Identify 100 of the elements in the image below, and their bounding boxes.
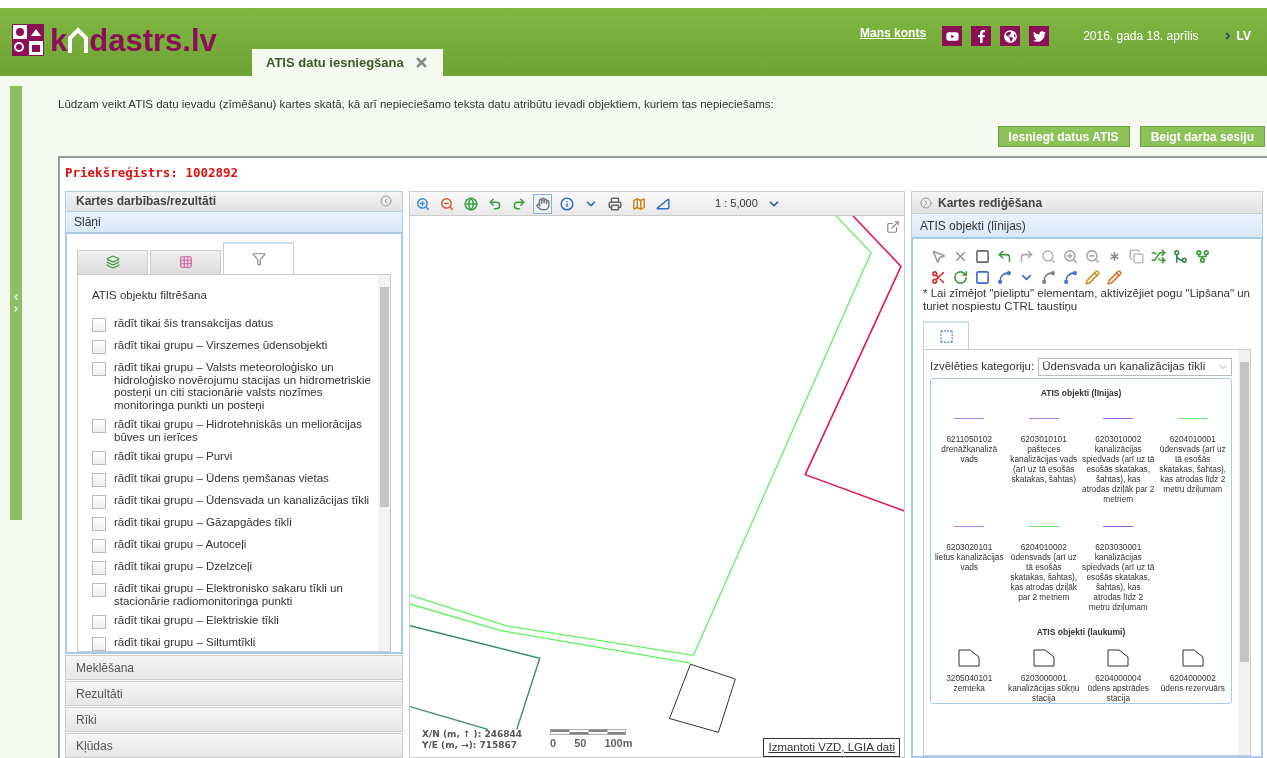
section-header[interactable]: ATIS objekti (līnijas) xyxy=(911,214,1263,237)
layers-icon xyxy=(105,255,120,270)
shuffle-icon[interactable] xyxy=(1151,249,1166,264)
curve-icon[interactable] xyxy=(997,270,1012,285)
area-object[interactable]: 3205040101 zemteka xyxy=(933,648,1006,703)
panel-tab[interactable] xyxy=(223,241,294,274)
youtube-icon[interactable] xyxy=(942,26,963,46)
object-code: 6203000001 xyxy=(1020,672,1067,683)
scale-label: 50 xyxy=(574,735,587,751)
line-object[interactable]: 6203020101 lietus kanalizācijas vads xyxy=(933,525,1006,612)
expand-icon[interactable] xyxy=(886,220,900,234)
intro-text: Lūdzam veikt ATIS datu ievadu (zīmēšanu) kartes skatā, kā arī nepieciešamo teksta datu atribūtu ievadi objektiem, kuriem tas nepieciešams: xyxy=(58,97,775,112)
checkbox[interactable] xyxy=(92,419,106,433)
line-object[interactable]: 6203010002 kanalizācijas spiedvads (arī uz tā esošās skatakas, šahtas), kas atrodas dziļāk par 2 metriem xyxy=(1082,417,1155,504)
copy-icon[interactable] xyxy=(1129,249,1144,264)
checkbox[interactable] xyxy=(92,561,106,575)
rotate-icon[interactable] xyxy=(953,270,968,285)
filter-title: ATIS objektu filtrēšana xyxy=(92,287,208,303)
arrow-right-icon xyxy=(12,305,20,313)
checkbox[interactable] xyxy=(92,637,106,651)
checkbox[interactable] xyxy=(92,539,106,553)
object-code: 6211050102 xyxy=(946,433,992,444)
globe-icon[interactable] xyxy=(1000,26,1021,46)
pencil-icon[interactable] xyxy=(1107,270,1122,285)
fork-icon[interactable] xyxy=(1195,249,1210,264)
undo-icon xyxy=(487,196,502,211)
line-object[interactable]: 6203010101 pašteces kanalizācijas vads (arī uz tā esošās skatakas, šahtas) xyxy=(1007,417,1080,504)
redo-icon[interactable] xyxy=(1019,249,1034,264)
filter-icon xyxy=(251,251,266,266)
object-name: kanalizācijas spiedvads (arī uz tā esošās skatakas, šahtas), kas atrodas līdz 2 metru dziļumam xyxy=(1082,551,1155,612)
search-icon[interactable] xyxy=(1041,249,1056,264)
filter-label: rādīt tikai grupu – Hidrotehniskās un meliorācijas būves un ierīces xyxy=(114,418,363,443)
globe-icon xyxy=(463,196,478,211)
pointer-icon[interactable] xyxy=(931,249,946,264)
checkbox[interactable] xyxy=(92,362,106,376)
line-object[interactable]: 6204010002 ūdensvads (arī uz tā esošās skatakas, šahtas), kas atrodas dziļāk par 2 metriem xyxy=(1007,525,1080,612)
zoom-in-icon[interactable] xyxy=(1063,249,1078,264)
collapse-icon[interactable] xyxy=(380,195,392,208)
filter-label: rādīt tikai grupu – Gāzapgādes tīkli xyxy=(114,516,292,529)
facebook-icon[interactable] xyxy=(971,26,992,46)
collapse-icon[interactable] xyxy=(920,196,932,209)
twitter-icon[interactable] xyxy=(1029,26,1050,46)
accordion-header[interactable]: Meklēšana xyxy=(65,655,403,680)
curve-icon[interactable] xyxy=(1063,270,1078,285)
object-code: 6203010101 xyxy=(1020,433,1067,444)
map-icon xyxy=(631,196,646,211)
polygon-icon xyxy=(958,648,981,667)
checkbox[interactable] xyxy=(92,615,106,629)
delete-icon[interactable] xyxy=(953,249,968,264)
attribution-link[interactable]: Izmantoti VZD, LGIA dati xyxy=(763,737,900,757)
arrow-left-icon xyxy=(12,293,20,301)
object-code: 6204010001 xyxy=(1169,433,1216,444)
area-object[interactable]: 6204000004 ūdens apstrādes stacija xyxy=(1082,648,1155,703)
panel-tab[interactable] xyxy=(923,321,969,349)
filter-label: rādīt tikai grupu – Purvi xyxy=(114,450,233,463)
printer-icon xyxy=(607,196,622,211)
group-title: ATIS objekti (laukumi) xyxy=(1036,625,1126,639)
line-object[interactable]: 6204010001 ūdensvads (arī uz tā esošās skatakas, šahtas), kas atrodas līdz 2 metru dziļumam xyxy=(1156,417,1229,504)
accordion-header[interactable]: Rezultāti xyxy=(65,681,403,706)
checkbox[interactable] xyxy=(92,583,106,597)
object-name: kanalizācijas spiedvads (arī uz tā esošās skatakas, šahtas), kas atrodas dziļāk par 2 metriem xyxy=(1082,443,1155,504)
section-header[interactable]: Slāņi xyxy=(65,211,403,232)
pencil-icon[interactable] xyxy=(1085,270,1100,285)
category-select[interactable]: Ūdensvada un kanalizācijas tīkli xyxy=(1038,358,1232,376)
merge-icon[interactable] xyxy=(1173,249,1188,264)
line-object[interactable]: 6211050102 drenāžkanalizā vads xyxy=(933,417,1006,504)
object-name: drenāžkanalizā vads xyxy=(940,443,999,464)
checkbox[interactable] xyxy=(92,318,106,332)
checkbox[interactable] xyxy=(92,517,106,531)
map-scale[interactable]: 1 : 5,000 xyxy=(715,195,758,212)
checkbox[interactable] xyxy=(92,451,106,465)
checkbox[interactable] xyxy=(92,495,106,509)
square-icon[interactable] xyxy=(975,249,990,264)
scrollbar[interactable] xyxy=(378,274,390,651)
area-object[interactable]: 6204000002 ūdens rezervuārs xyxy=(1156,648,1229,703)
checkbox[interactable] xyxy=(92,473,106,487)
scrollbar[interactable] xyxy=(1238,350,1250,755)
zoom-out-icon[interactable] xyxy=(1085,249,1100,264)
hand-icon xyxy=(535,196,550,211)
object-code: 3205040101 xyxy=(946,672,993,683)
page-tab[interactable]: ATIS datu iesniegšana xyxy=(252,49,443,76)
accordion-header[interactable]: Rīki xyxy=(65,707,403,732)
checkbox[interactable] xyxy=(92,340,106,354)
square-icon[interactable] xyxy=(975,270,990,285)
panel-tab[interactable] xyxy=(150,249,221,274)
map-tool-button[interactable] xyxy=(533,193,552,214)
object-code: 6204010002 xyxy=(1020,541,1067,552)
filter-label: rādīt tikai šis transakcijas datus xyxy=(114,317,274,330)
scissors-icon[interactable] xyxy=(931,270,946,285)
asterisk-icon[interactable] xyxy=(1107,249,1122,264)
curve-icon[interactable] xyxy=(1041,270,1056,285)
line-object[interactable]: 6203030001 kanalizācijas spiedvads (arī uz tā esošās skatakas, šahtas), kas atrodas līdz 2 metru dziļumam xyxy=(1082,525,1155,612)
filter-label: rādīt tikai grupu – Virszemes ūdensobjekti xyxy=(114,339,328,352)
area-object[interactable]: 6203000001 kanalizācijas sūkņu stacija xyxy=(1007,648,1080,703)
hint-text: * Lai zīmējot "pieliptu" elementam, aktivizējiet pogu "Lipšana" un turiet nospiestu CTRL taustiņu xyxy=(923,287,1251,313)
undo-icon[interactable] xyxy=(997,249,1012,264)
filter-label: rādīt tikai grupu – Ūdensvada un kanalizācijas tīkli xyxy=(114,494,370,507)
accordion-header[interactable]: Kļūdas xyxy=(65,733,403,758)
panel-tab[interactable] xyxy=(77,249,148,274)
group-title: ATIS objekti (līnijas) xyxy=(1040,387,1122,400)
